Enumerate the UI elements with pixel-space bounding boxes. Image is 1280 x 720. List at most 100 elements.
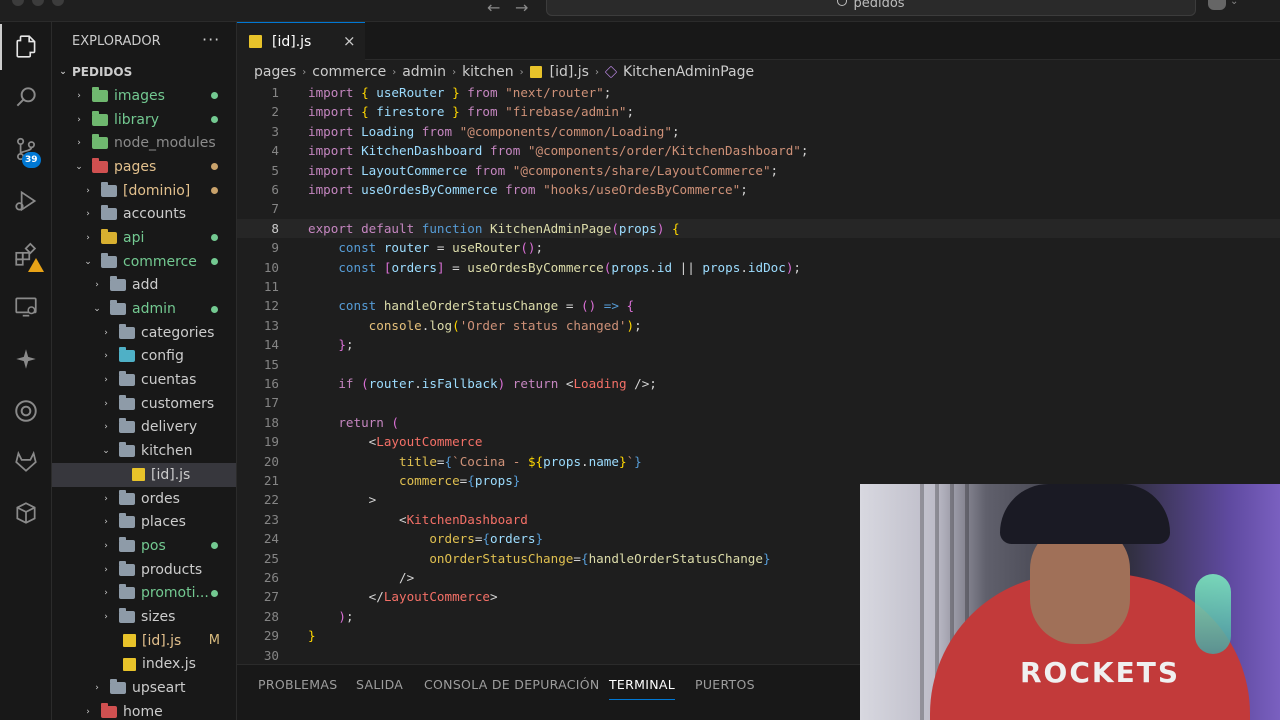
- folder-icon: [101, 252, 117, 268]
- explorer-activity-button[interactable]: [0, 24, 52, 70]
- tree-item-label: promoti...: [141, 585, 209, 602]
- tree-item[interactable]: ⌄ commerce: [52, 250, 236, 274]
- tab-consola-depuracion[interactable]: CONSOLA DE DEPURACIÓN: [424, 677, 600, 692]
- breadcrumb-item[interactable]: KitchenAdminPage: [623, 64, 754, 80]
- run-debug-activity-button[interactable]: [0, 178, 52, 224]
- code-line[interactable]: 1 import { useRouter } from "next/router"…: [237, 83, 1280, 102]
- command-center-search[interactable]: pedidos: [546, 0, 1196, 16]
- line-number: 27: [263, 589, 279, 605]
- tree-item[interactable]: › config: [52, 345, 236, 369]
- javascript-file-icon: [249, 35, 262, 48]
- folder-icon: [101, 228, 117, 244]
- tree-item[interactable]: › home: [52, 700, 236, 720]
- line-number: 3: [271, 123, 279, 139]
- tree-item[interactable]: ⌄ admin: [52, 297, 236, 321]
- tab-problemas[interactable]: PROBLEMAS: [258, 677, 337, 692]
- tree-item[interactable]: [id].js M: [52, 629, 236, 653]
- copilot-activity-button[interactable]: [0, 336, 52, 382]
- tree-item[interactable]: › promoti...: [52, 581, 236, 605]
- back-arrow-icon[interactable]: ←: [487, 0, 500, 17]
- breadcrumb-item[interactable]: commerce: [312, 64, 386, 80]
- tree-item[interactable]: › pos: [52, 534, 236, 558]
- tree-item[interactable]: › delivery: [52, 416, 236, 440]
- line-number: 1: [271, 85, 279, 100]
- chevron-right-icon: ›: [104, 540, 108, 551]
- tree-item[interactable]: › add: [52, 274, 236, 298]
- tree-item[interactable]: › cuentas: [52, 368, 236, 392]
- folder-icon: [119, 323, 135, 339]
- code-text: <KitchenDashboard: [308, 511, 528, 527]
- code-line[interactable]: 9 const router = useRouter();: [237, 238, 1280, 257]
- source-control-activity-button[interactable]: 39: [0, 126, 52, 172]
- extensions-activity-button[interactable]: [0, 232, 52, 278]
- forward-arrow-icon[interactable]: →: [515, 0, 528, 17]
- code-line[interactable]: 10 const [orders] = useOrdesByCommerce(p…: [237, 258, 1280, 277]
- line-number: 23: [263, 511, 279, 527]
- tree-item[interactable]: › node_modules: [52, 131, 236, 155]
- tree-item[interactable]: › places: [52, 510, 236, 534]
- timeline-activity-button[interactable]: [0, 388, 52, 434]
- chevron-down-icon: ⌄: [75, 161, 83, 172]
- tree-item[interactable]: › products: [52, 558, 236, 582]
- tree-item[interactable]: › images: [52, 84, 236, 108]
- more-actions-icon[interactable]: ···: [202, 30, 220, 49]
- code-line[interactable]: 4 import KitchenDashboard from "@componen…: [237, 141, 1280, 160]
- search-activity-button[interactable]: [0, 74, 52, 120]
- tree-item[interactable]: › categories: [52, 321, 236, 345]
- tree-item[interactable]: › ordes: [52, 487, 236, 511]
- line-number: 29: [263, 628, 279, 644]
- tab-terminal[interactable]: TERMINAL: [609, 677, 675, 700]
- gitlab-activity-button[interactable]: [0, 438, 52, 484]
- tree-item[interactable]: › api: [52, 226, 236, 250]
- folder-icon: [119, 607, 135, 623]
- tab-puertos[interactable]: PUERTOS: [695, 677, 755, 692]
- code-line[interactable]: 8 export default function KitchenAdminPag…: [237, 218, 1280, 239]
- chevron-down-icon: ⌄: [84, 256, 92, 267]
- code-line[interactable]: 5 import LayoutCommerce from "@components…: [237, 161, 1280, 180]
- code-line[interactable]: 20 title={`Cocina - ${props.name}`}: [237, 452, 1280, 471]
- code-line[interactable]: 13 console.log('Order status changed');: [237, 316, 1280, 335]
- code-line[interactable]: 17: [237, 393, 1280, 412]
- code-line[interactable]: 18 return (: [237, 413, 1280, 432]
- breadcrumb-item[interactable]: [id].js: [550, 64, 589, 80]
- breadcrumb-item[interactable]: pages: [254, 64, 296, 80]
- minimize-window-button[interactable]: [32, 0, 44, 6]
- close-icon[interactable]: ×: [343, 32, 356, 50]
- code-line[interactable]: 15: [237, 355, 1280, 374]
- code-line[interactable]: 19 <LayoutCommerce: [237, 432, 1280, 451]
- tree-item[interactable]: › [dominio]: [52, 179, 236, 203]
- code-line[interactable]: 16 if (router.isFallback) return <Loadin…: [237, 374, 1280, 393]
- workspace-root[interactable]: ⌄ PEDIDOS: [52, 60, 236, 84]
- tree-item[interactable]: › sizes: [52, 605, 236, 629]
- code-line[interactable]: 3 import Loading from "@components/common…: [237, 122, 1280, 141]
- tree-item[interactable]: [id].js: [52, 463, 236, 487]
- maximize-window-button[interactable]: [52, 0, 64, 6]
- containers-activity-button[interactable]: [0, 490, 52, 536]
- chevron-down-icon[interactable]: ⌄: [1230, 0, 1238, 7]
- tree-item[interactable]: ⌄ kitchen: [52, 439, 236, 463]
- code-line[interactable]: 2 import { firestore } from "firebase/adm…: [237, 102, 1280, 121]
- close-window-button[interactable]: [12, 0, 24, 6]
- chevron-right-icon: ›: [86, 706, 90, 717]
- tree-item[interactable]: index.js: [52, 653, 236, 677]
- line-number: 26: [263, 570, 279, 585]
- line-number: 21: [263, 473, 279, 488]
- code-text: import useOrdesByCommerce from "hooks/us…: [308, 182, 748, 197]
- tree-item[interactable]: ⌄ pages: [52, 155, 236, 179]
- copilot-icon[interactable]: [1208, 0, 1226, 10]
- tree-item[interactable]: › library: [52, 108, 236, 132]
- tree-item[interactable]: › customers: [52, 392, 236, 416]
- tab-salida[interactable]: SALIDA: [356, 677, 403, 692]
- tree-item[interactable]: › accounts: [52, 202, 236, 226]
- breadcrumb-item[interactable]: admin: [402, 64, 446, 80]
- code-line[interactable]: 14 };: [237, 335, 1280, 354]
- remote-explorer-activity-button[interactable]: [0, 284, 52, 330]
- code-line[interactable]: 12 const handleOrderStatusChange = () =>…: [237, 296, 1280, 315]
- breadcrumb-item[interactable]: kitchen: [462, 64, 514, 80]
- code-line[interactable]: 6 import useOrdesByCommerce from "hooks/u…: [237, 180, 1280, 199]
- tab-id-js[interactable]: [id].js ×: [237, 22, 365, 60]
- line-number: 16: [263, 376, 279, 391]
- code-line[interactable]: 7: [237, 199, 1280, 218]
- tree-item[interactable]: › upseart: [52, 676, 236, 700]
- code-line[interactable]: 11: [237, 277, 1280, 296]
